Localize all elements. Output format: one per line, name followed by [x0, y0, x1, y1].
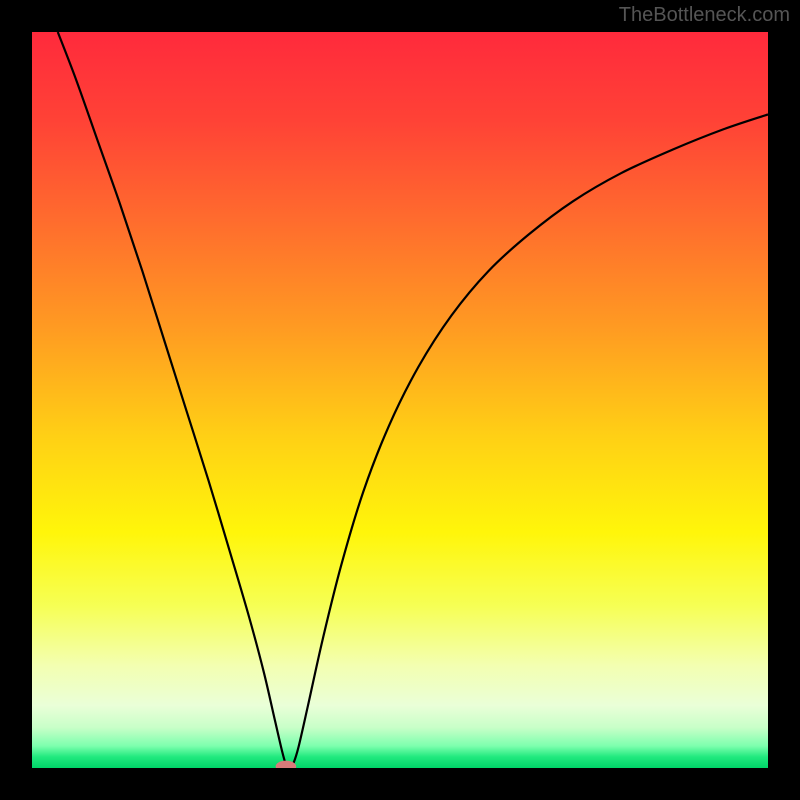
chart-svg [32, 32, 768, 768]
chart-plot-area [32, 32, 768, 768]
watermark-text: TheBottleneck.com [619, 4, 790, 27]
